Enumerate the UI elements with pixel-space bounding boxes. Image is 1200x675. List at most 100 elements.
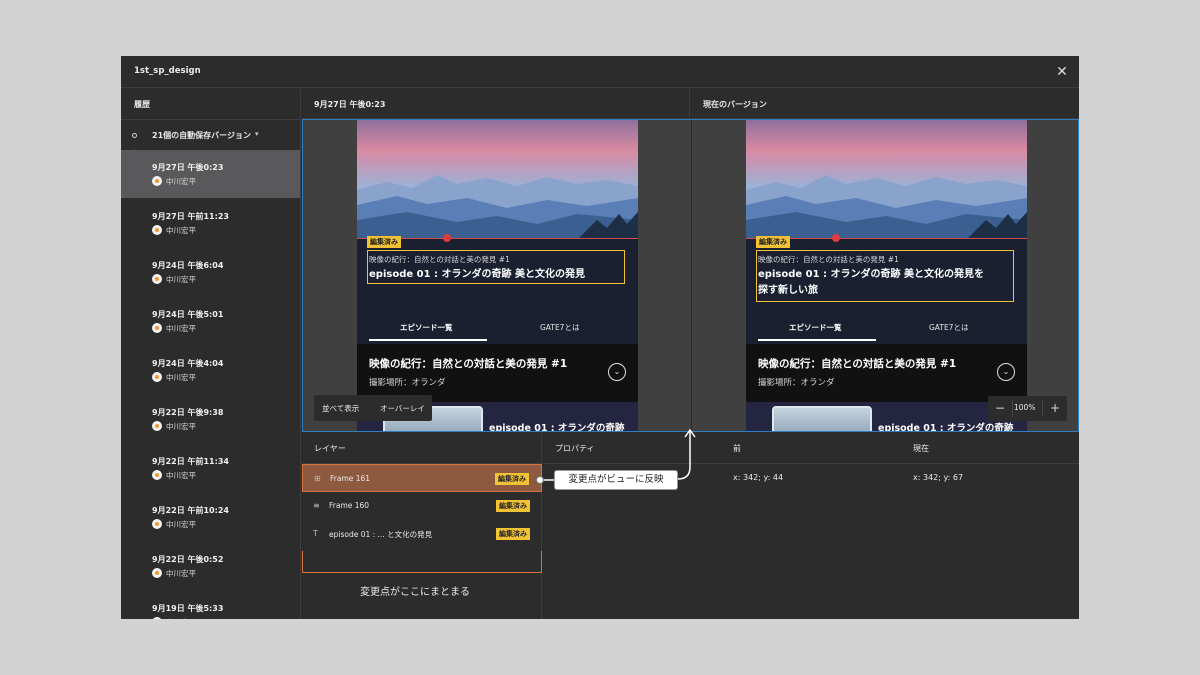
history-item[interactable]: 9月19日 午後5:33 中川宏平 (121, 591, 300, 619)
avatar (152, 176, 162, 186)
history-item[interactable]: 9月22日 午前11:34 中川宏平 (121, 444, 300, 492)
history-item[interactable]: 9月27日 午後0:23 中川宏平 (121, 150, 300, 198)
layer-row[interactable]: ≡ Frame 160 編集済み (302, 492, 542, 520)
history-item[interactable]: 9月24日 午後4:04 中川宏平 (121, 346, 300, 394)
layer-row[interactable]: Tepisode 01 : ... と文化の発見 編集済み (302, 520, 542, 548)
edited-badge: 編集済み (495, 473, 529, 485)
episode-card: 映像の紀行：自然との対話と美の発見 #1 撮影場所：オランダ ⌄ (746, 344, 1027, 402)
active-tab-underline (369, 339, 487, 341)
left-phone-preview: 編集済み 映像の紀行：自然との対話と美の発見 #1 episode 01 : オ… (357, 120, 638, 431)
layer-name: episode 01 : ... と文化の発見 (329, 530, 433, 539)
history-user: 中川宏平 (166, 324, 196, 333)
history-user: 中川宏平 (166, 177, 196, 186)
history-user: 中川宏平 (166, 373, 196, 382)
avatar (152, 372, 162, 382)
tab-gate7[interactable]: GATE7とは (929, 322, 968, 333)
history-user: 中川宏平 (166, 520, 196, 529)
history-item[interactable]: 9月24日 午後6:04 中川宏平 (121, 248, 300, 296)
layer-name: Frame 161 (330, 474, 371, 483)
timeline-dot-icon (132, 133, 137, 138)
chevron-down-icon[interactable]: ⌄ (997, 363, 1015, 381)
history-item[interactable]: 9月27日 午前11:23 中川宏平 (121, 199, 300, 247)
side-by-side-option[interactable]: 並べて表示 (322, 403, 359, 414)
episode-subtitle: 映像の紀行：自然との対話と美の発見 #1 (369, 255, 510, 264)
card-location: 撮影場所：オランダ (369, 378, 446, 388)
zoom-level: 100% (1014, 403, 1036, 412)
history-date: 9月24日 午後5:01 (152, 310, 224, 319)
layers-panel: レイヤー ⊞ Frame 161 編集済み ≡ Frame 160 編集済み Tepisod… (302, 433, 542, 619)
episode-tabs: エピソード一覧 GATE7とは (357, 316, 638, 342)
episode-row: episode 01 : オランダの奇跡 (746, 402, 1027, 432)
history-user: 中川宏平 (166, 226, 196, 235)
tab-episode-list[interactable]: エピソード一覧 (789, 322, 842, 333)
divider (121, 119, 300, 120)
right-phone-preview: 編集済み 映像の紀行：自然との対話と美の発見 #1 episode 01 : オ… (746, 120, 1027, 432)
left-version-header: 9月27日 午後0:23 (302, 89, 690, 119)
text-icon: T (313, 529, 318, 538)
history-date: 9月22日 午前11:34 (152, 457, 229, 466)
layers-header: レイヤー (314, 444, 346, 453)
chevron-down-icon[interactable]: ⌄ (608, 363, 626, 381)
layer-row[interactable]: ⊞ Frame 161 編集済み (302, 464, 542, 492)
close-icon[interactable]: ✕ (1053, 63, 1071, 81)
divider (1042, 400, 1043, 417)
autosave-group[interactable]: 21個の自動保存バージョン ▾ (121, 126, 300, 148)
compare-divider (691, 120, 692, 431)
avatar (152, 274, 162, 284)
avatar (152, 617, 162, 619)
episode-thumbnail (772, 406, 872, 431)
card-location: 撮影場所：オランダ (758, 378, 835, 388)
left-version-label: 9月27日 午後0:23 (314, 100, 386, 109)
avatar (152, 519, 162, 529)
history-user: 中川宏平 (166, 422, 196, 431)
episode-card: 映像の紀行：自然との対話と美の発見 #1 撮影場所：オランダ ⌄ (357, 344, 638, 402)
history-date: 9月22日 午後9:38 (152, 408, 224, 417)
history-item[interactable]: 9月22日 午後9:38 中川宏平 (121, 395, 300, 443)
chevron-down-icon: ▾ (255, 130, 259, 138)
episode-row-title: episode 01 : オランダの奇跡 (878, 423, 1014, 432)
layer-name: Frame 160 (329, 501, 370, 510)
title-bar: 1st_sp_design ✕ (121, 56, 1079, 88)
history-date: 9月27日 午前11:23 (152, 212, 229, 221)
zoom-in-icon[interactable]: + (1045, 399, 1065, 418)
edited-badge: 編集済み (496, 500, 530, 512)
avatar (152, 568, 162, 578)
frame-lines-icon: ≡ (313, 501, 320, 510)
zoom-out-icon[interactable]: − (990, 399, 1010, 418)
current-value: x: 342; y: 67 (913, 473, 964, 482)
episode-title-line: episode 01 : オランダの奇跡 美と文化の発見を (758, 269, 984, 280)
history-user: 中川宏平 (166, 471, 196, 480)
history-item[interactable]: 9月24日 午後5:01 中川宏平 (121, 297, 300, 345)
episode-title-line: episode 01 : オランダの奇跡 美と文化の発見 (369, 269, 585, 280)
change-indicator-dot (832, 234, 840, 242)
history-item[interactable]: 9月22日 午前10:24 中川宏平 (121, 493, 300, 541)
card-title: 映像の紀行：自然との対話と美の発見 #1 (369, 358, 568, 370)
history-item[interactable]: 9月22日 午後0:52 中川宏平 (121, 542, 300, 590)
episode-subtitle: 映像の紀行：自然との対話と美の発見 #1 (758, 255, 899, 264)
tab-episode-list[interactable]: エピソード一覧 (400, 322, 453, 333)
callout-dot (536, 476, 544, 484)
history-date: 9月19日 午後5:33 (152, 604, 224, 613)
edited-tag: 編集済み (756, 236, 790, 248)
history-date: 9月22日 午後0:52 (152, 555, 224, 564)
episode-tabs: エピソード一覧 GATE7とは (746, 316, 1027, 342)
active-tab-underline (758, 339, 876, 341)
compare-canvas[interactable]: 編集済み 映像の紀行：自然との対話と美の発見 #1 episode 01 : オ… (302, 119, 1079, 432)
history-user: 中川宏平 (166, 569, 196, 578)
avatar (152, 421, 162, 431)
tab-gate7[interactable]: GATE7とは (540, 322, 579, 333)
before-value: x: 342; y: 44 (733, 473, 784, 482)
version-history-window: 1st_sp_design ✕ 履歴 21個の自動保存バージョン ▾ 9月27日… (121, 56, 1079, 619)
overlay-option[interactable]: オーバーレイ (380, 403, 425, 414)
view-mode-toggle: 並べて表示 オーバーレイ (314, 395, 432, 421)
avatar (152, 323, 162, 333)
autosave-group-label: 21個の自動保存バージョン (152, 131, 251, 140)
history-date: 9月24日 午後6:04 (152, 261, 224, 270)
avatar (152, 225, 162, 235)
history-date: 9月22日 午前10:24 (152, 506, 229, 515)
history-header: 履歴 (134, 100, 150, 109)
changes-annotation: 変更点がここにまとまる (360, 587, 470, 598)
current-header: 現在 (913, 444, 929, 453)
edited-tag: 編集済み (367, 236, 401, 248)
change-indicator-dot (443, 234, 451, 242)
